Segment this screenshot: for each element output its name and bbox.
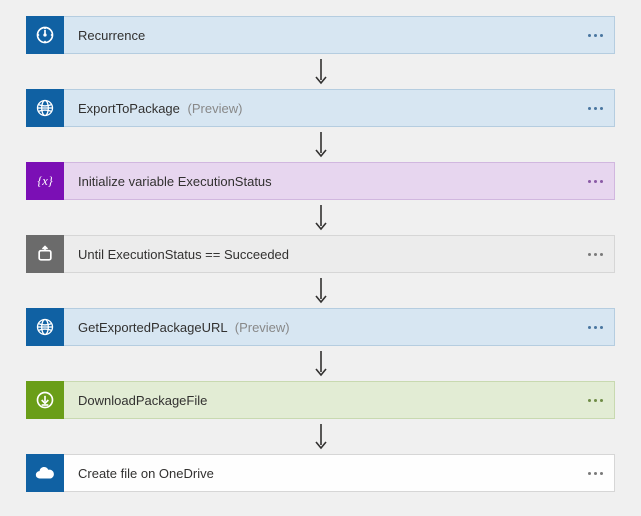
ellipsis-icon[interactable] bbox=[576, 326, 614, 329]
step-label: Initialize variable ExecutionStatus bbox=[64, 174, 576, 189]
step-export-pkg[interactable]: ExportToPackage (Preview) bbox=[26, 89, 615, 127]
step-label: Recurrence bbox=[64, 28, 576, 43]
step-label: DownloadPackageFile bbox=[64, 393, 576, 408]
cloud-icon bbox=[26, 454, 64, 492]
flow-arrow bbox=[312, 419, 330, 454]
svg-text:{x}: {x} bbox=[37, 174, 53, 188]
step-until[interactable]: Until ExecutionStatus == Succeeded bbox=[26, 235, 615, 273]
globe-icon bbox=[26, 308, 64, 346]
clock-icon bbox=[26, 16, 64, 54]
ellipsis-icon[interactable] bbox=[576, 34, 614, 37]
flow-arrow bbox=[312, 127, 330, 162]
flow-arrow bbox=[312, 273, 330, 308]
download-icon bbox=[26, 381, 64, 419]
flow-arrow bbox=[312, 54, 330, 89]
step-label: Until ExecutionStatus == Succeeded bbox=[64, 247, 576, 262]
step-label: Create file on OneDrive bbox=[64, 466, 576, 481]
step-get-url[interactable]: GetExportedPackageURL (Preview) bbox=[26, 308, 615, 346]
step-create-file[interactable]: Create file on OneDrive bbox=[26, 454, 615, 492]
brace-icon: {x} bbox=[26, 162, 64, 200]
flow-arrow bbox=[312, 346, 330, 381]
step-label: ExportToPackage (Preview) bbox=[64, 101, 576, 116]
step-label: GetExportedPackageURL (Preview) bbox=[64, 320, 576, 335]
workflow-flow: Recurrence ExportToPackage (Preview) {x} In… bbox=[26, 16, 615, 492]
flow-arrow bbox=[312, 200, 330, 235]
step-recurrence[interactable]: Recurrence bbox=[26, 16, 615, 54]
loop-icon bbox=[26, 235, 64, 273]
ellipsis-icon[interactable] bbox=[576, 107, 614, 110]
ellipsis-icon[interactable] bbox=[576, 399, 614, 402]
step-init-var[interactable]: {x} Initialize variable ExecutionStatus bbox=[26, 162, 615, 200]
step-download[interactable]: DownloadPackageFile bbox=[26, 381, 615, 419]
ellipsis-icon[interactable] bbox=[576, 180, 614, 183]
ellipsis-icon[interactable] bbox=[576, 253, 614, 256]
ellipsis-icon[interactable] bbox=[576, 472, 614, 475]
globe-icon bbox=[26, 89, 64, 127]
